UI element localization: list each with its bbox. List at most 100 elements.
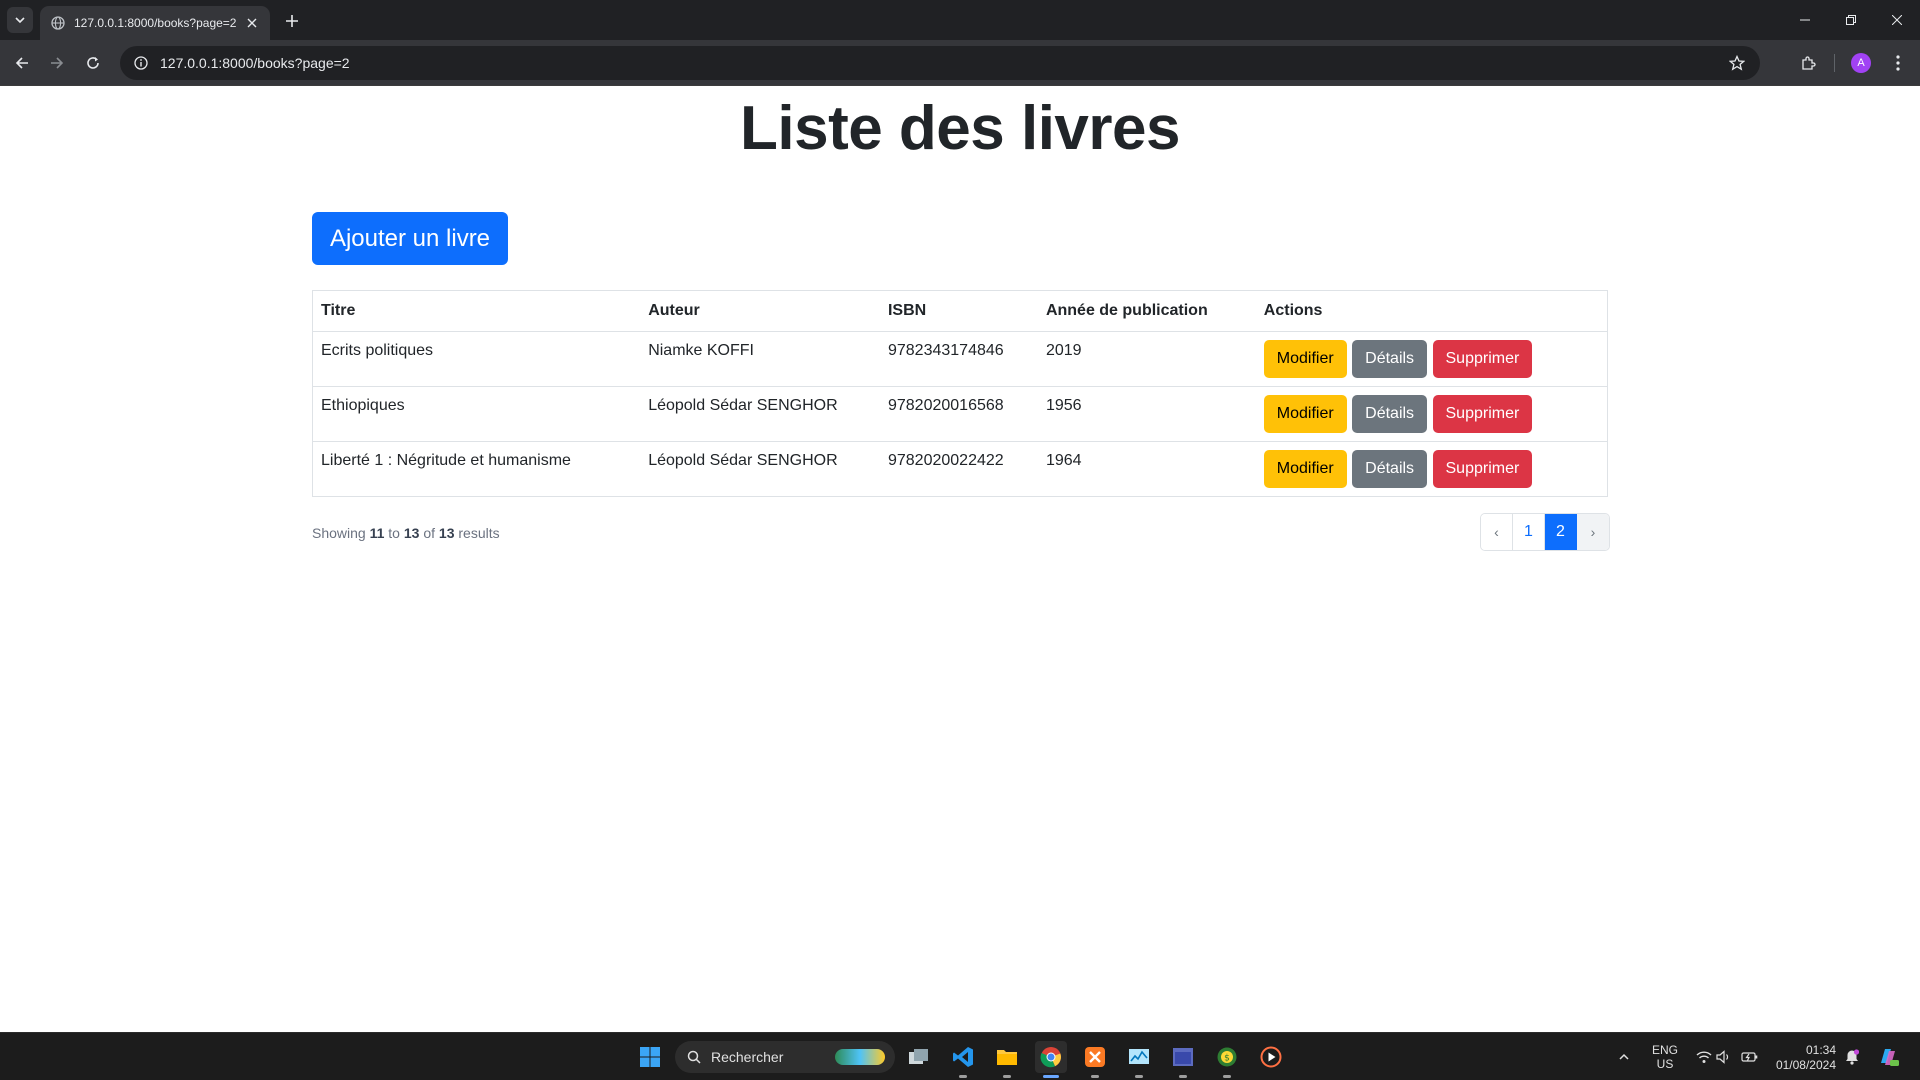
copilot-icon [1881,1049,1899,1066]
pagination-page-2[interactable]: 2 [1545,514,1577,550]
resource-monitor-app[interactable] [1123,1041,1155,1078]
bookmark-star-icon[interactable] [1728,54,1746,72]
tab-search-dropdown[interactable] [7,7,33,33]
taskbar-search[interactable]: Rechercher [675,1041,895,1073]
minimize-button[interactable] [1782,0,1828,40]
arrow-right-icon [51,57,64,69]
browser-tab[interactable]: 127.0.0.1:8000/books?page=2 [40,6,270,40]
plus-icon [286,15,298,27]
chevron-up-icon [1619,1053,1629,1060]
cell-isbn: 9782343174846 [879,331,1038,387]
volume-status[interactable] [1712,1041,1736,1073]
monitor-chart-icon [1129,1049,1149,1064]
edit-button[interactable]: Modifier [1263,340,1347,378]
tab-title: 127.0.0.1:8000/books?page=2 [74,16,237,30]
back-button[interactable] [10,51,34,75]
url-text: 127.0.0.1:8000/books?page=2 [160,55,350,71]
restore-icon [1846,15,1856,25]
region-code: US [1656,1057,1674,1071]
site-info-icon[interactable] [132,54,150,72]
clock-time: 01:34 [1805,1043,1836,1057]
notifications-button[interactable] [1838,1041,1866,1073]
cell-title: Ecrits politiques [312,331,641,387]
edit-button[interactable]: Modifier [1263,450,1347,488]
table-row: Liberté 1 : Négritude et humanisme Léopo… [312,441,1608,497]
details-button[interactable]: Détails [1352,450,1428,488]
clock-date: 01/08/2024 [1775,1058,1836,1072]
chrome-icon [1040,1047,1061,1068]
svg-text:$: $ [1224,1054,1230,1064]
delete-button[interactable]: Supprimer [1432,340,1533,378]
reload-icon [87,57,99,69]
arrow-left-icon [15,57,28,69]
summary-to-word: to [388,525,400,541]
start-button[interactable] [634,1041,666,1073]
taskbar: Rechercher $ ENG US 01:34 01/08/2024 [0,1032,1920,1080]
summary-suffix: results [458,525,500,541]
cell-year: 2019 [1037,331,1256,387]
summary-prefix: Showing [312,525,366,541]
edit-button[interactable]: Modifier [1263,395,1347,433]
vscode-icon [953,1047,973,1067]
reload-button[interactable] [81,51,105,75]
results-summary: Showing 11 to 13 of 13 results [312,525,500,541]
puzzle-icon [1802,56,1816,70]
windows-logo-icon [640,1047,660,1067]
restore-button[interactable] [1828,0,1874,40]
money-app[interactable]: $ [1211,1041,1243,1078]
address-bar[interactable]: 127.0.0.1:8000/books?page=2 [120,46,1760,80]
battery-charging-icon [1741,1052,1758,1062]
delete-button[interactable]: Supprimer [1432,395,1533,433]
extensions-button[interactable] [1796,51,1820,75]
file-explorer-app[interactable] [991,1041,1023,1078]
browser-tab-bar: 127.0.0.1:8000/books?page=2 [0,0,1920,40]
details-button[interactable]: Détails [1352,395,1428,433]
media-player-app[interactable] [1255,1041,1287,1073]
browser-menu-button[interactable] [1886,51,1910,75]
column-header-author: Auteur [640,290,880,332]
cell-isbn: 9782020022422 [879,441,1038,497]
input-language[interactable]: ENG US [1650,1043,1680,1071]
speaker-icon [1716,1050,1729,1064]
close-window-button[interactable] [1874,0,1920,40]
close-tab-icon[interactable] [244,15,260,31]
cell-title: Liberté 1 : Négritude et humanisme [312,441,641,497]
cell-actions: Modifier Détails Supprimer [1255,331,1608,387]
new-tab-button[interactable] [280,9,304,33]
active-indicator [1043,1075,1059,1078]
column-header-title: Titre [312,290,641,332]
running-indicator [1135,1075,1143,1078]
search-highlight-image [835,1049,885,1065]
chrome-app[interactable] [1035,1041,1067,1078]
forward-button[interactable] [45,51,69,75]
chevron-down-icon [15,17,25,24]
copilot-button[interactable] [1872,1041,1904,1073]
terminal-app[interactable] [1167,1041,1199,1078]
cell-actions: Modifier Détails Supprimer [1255,441,1608,497]
vscode-app[interactable] [947,1041,979,1078]
xampp-icon [1085,1047,1105,1067]
battery-status[interactable] [1738,1041,1762,1073]
pagination-page-1[interactable]: 1 [1513,514,1545,550]
system-clock[interactable]: 01:34 01/08/2024 [1772,1043,1836,1073]
cell-year: 1956 [1037,386,1256,442]
pagination: ‹ 1 2 › [1480,513,1610,551]
add-book-button[interactable]: Ajouter un livre [312,212,508,265]
running-indicator [1003,1075,1011,1078]
wifi-icon [1696,1051,1712,1063]
cell-isbn: 9782020016568 [879,386,1038,442]
pagination-previous[interactable]: ‹ [1481,514,1513,550]
profile-button[interactable]: A [1849,51,1873,75]
bell-icon [1846,1049,1859,1065]
delete-button[interactable]: Supprimer [1432,450,1533,488]
more-vertical-icon [1896,55,1900,71]
xampp-app[interactable] [1079,1041,1111,1078]
running-indicator [1091,1075,1099,1078]
task-view-button[interactable] [903,1041,935,1073]
pagination-next[interactable]: › [1577,514,1609,550]
books-table: Titre Auteur ISBN Année de publication A… [312,290,1608,497]
details-button[interactable]: Détails [1352,340,1428,378]
cell-author: Léopold Sédar SENGHOR [640,441,880,497]
show-hidden-icons-button[interactable] [1610,1041,1638,1073]
summary-total: 13 [438,525,455,541]
